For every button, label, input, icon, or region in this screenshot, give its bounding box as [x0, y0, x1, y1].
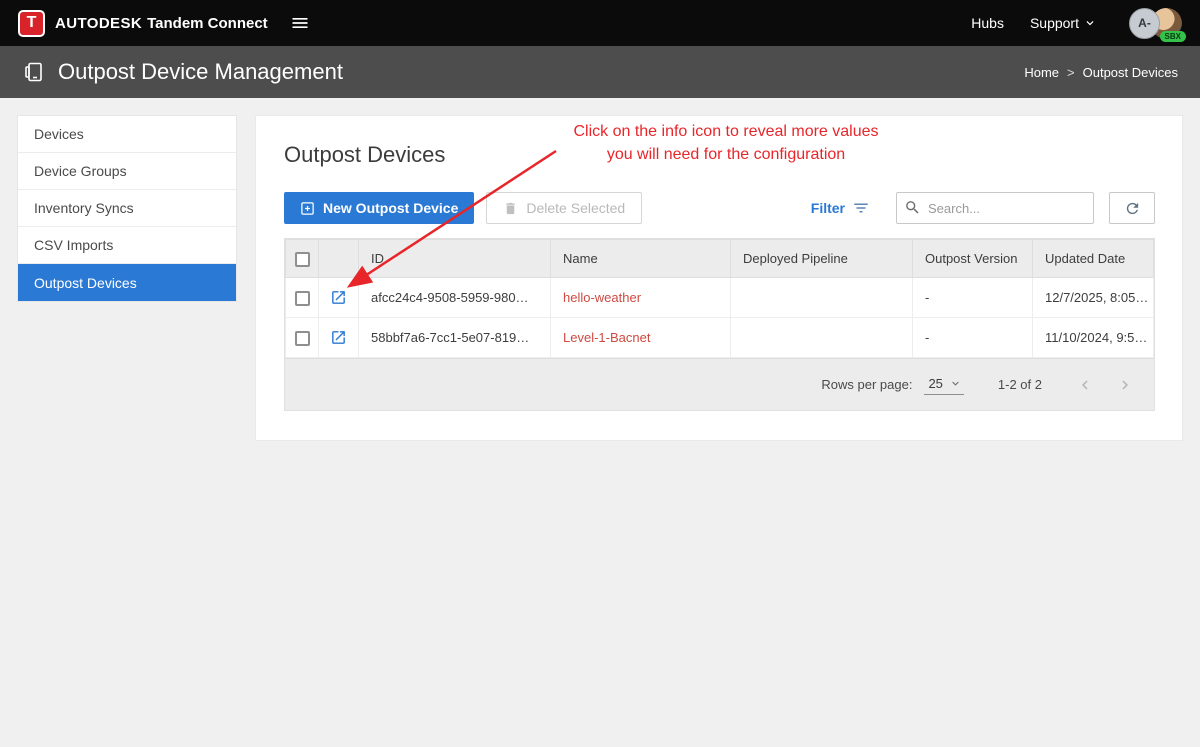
- filter-icon: [852, 199, 870, 217]
- table-row: afcc24c4-9508-5959-980… hello-weather - …: [285, 277, 1154, 318]
- header-icon-column: [318, 239, 359, 278]
- trash-icon: [503, 201, 518, 216]
- table-header-row: ID Name Deployed Pipeline Outpost Versio…: [285, 239, 1154, 278]
- next-page-button[interactable]: [1116, 376, 1134, 394]
- search-input[interactable]: [896, 192, 1094, 224]
- brand-autodesk: AUTODESK: [55, 14, 143, 32]
- header-outpost-version: Outpost Version: [912, 239, 1033, 278]
- header-id: ID: [358, 239, 551, 278]
- main-panel: Outpost Devices New Outpost Device Delet…: [255, 115, 1183, 441]
- header-updated-date: Updated Date: [1032, 239, 1154, 278]
- header-name: Name: [550, 239, 731, 278]
- select-all-checkbox[interactable]: [294, 251, 310, 267]
- sidebar-item-csv-imports[interactable]: CSV Imports: [18, 227, 236, 264]
- sidebar-item-outpost-devices[interactable]: Outpost Devices: [18, 264, 236, 301]
- sidebar: Devices Device Groups Inventory Syncs CS…: [17, 115, 237, 302]
- devices-table: ID Name Deployed Pipeline Outpost Versio…: [284, 238, 1155, 411]
- deployed-pipeline: [730, 277, 913, 318]
- avatar-initials[interactable]: A-: [1129, 7, 1160, 39]
- outpost-version: -: [912, 317, 1033, 358]
- rows-per-page-label: Rows per page:: [821, 377, 913, 392]
- brand-text: AUTODESK Tandem Connect: [55, 15, 268, 32]
- toolbar: New Outpost Device Delete Selected Filte…: [284, 192, 1155, 224]
- new-outpost-device-button[interactable]: New Outpost Device: [284, 192, 475, 224]
- open-details-icon[interactable]: [330, 289, 347, 306]
- panel-title: Outpost Devices: [284, 142, 446, 167]
- sidebar-item-device-groups[interactable]: Device Groups: [18, 153, 236, 190]
- pagination-range: 1-2 of 2: [997, 377, 1042, 392]
- menu-icon[interactable]: [290, 13, 310, 33]
- device-name-link[interactable]: hello-weather: [563, 290, 641, 305]
- refresh-icon: [1126, 202, 1138, 214]
- header-deployed-pipeline: Deployed Pipeline: [730, 239, 913, 278]
- logo-letter: T: [26, 14, 37, 31]
- account-avatars[interactable]: A- SBX: [1129, 7, 1186, 42]
- open-details-icon[interactable]: [330, 329, 347, 346]
- table-row: 58bbf7a6-7cc1-5e07-819… Level-1-Bacnet -…: [285, 317, 1154, 358]
- updated-date: 11/10/2024, 9:5…: [1032, 317, 1154, 358]
- pagination-bar: Rows per page: 25 1-2 of 2: [285, 358, 1154, 410]
- rows-per-page-select[interactable]: 25: [924, 374, 964, 395]
- top-bar: T AUTODESK Tandem Connect Hubs Support A-…: [0, 0, 1200, 46]
- nav-support[interactable]: Support: [1030, 15, 1097, 31]
- refresh-button[interactable]: [1109, 192, 1155, 224]
- row-checkbox[interactable]: [294, 330, 310, 346]
- page-header: Outpost Device Management Home > Outpost…: [0, 46, 1200, 98]
- row-checkbox[interactable]: [294, 290, 310, 306]
- breadcrumb-current[interactable]: Outpost Devices: [1083, 65, 1178, 80]
- device-id: 58bbf7a6-7cc1-5e07-819…: [358, 317, 551, 358]
- updated-date: 12/7/2025, 8:05…: [1032, 277, 1154, 318]
- tandem-logo[interactable]: T: [18, 9, 45, 37]
- breadcrumb-home[interactable]: Home: [1024, 65, 1059, 80]
- search-icon: [904, 199, 921, 216]
- device-name-link[interactable]: Level-1-Bacnet: [563, 330, 650, 345]
- breadcrumb-separator: >: [1067, 64, 1075, 80]
- previous-page-button[interactable]: [1076, 376, 1094, 394]
- device-icon: [22, 60, 46, 84]
- delete-selected-button[interactable]: Delete Selected: [486, 192, 643, 224]
- brand-product: Tandem Connect: [147, 14, 268, 32]
- filter-button[interactable]: Filter: [811, 199, 870, 217]
- chevron-down-icon: [949, 377, 962, 390]
- outpost-version: -: [912, 277, 1033, 318]
- search-box: [896, 192, 1094, 224]
- device-id: afcc24c4-9508-5959-980…: [358, 277, 551, 318]
- environment-badge: SBX: [1159, 30, 1186, 42]
- breadcrumb: Home > Outpost Devices: [1024, 65, 1178, 80]
- page-title: Outpost Device Management: [58, 59, 343, 84]
- sidebar-item-devices[interactable]: Devices: [18, 116, 236, 153]
- plus-icon: [300, 201, 315, 216]
- top-nav: Hubs Support A- SBX: [971, 7, 1186, 42]
- nav-hubs[interactable]: Hubs: [971, 15, 1004, 31]
- deployed-pipeline: [730, 317, 913, 358]
- chevron-down-icon: [1083, 16, 1097, 30]
- sidebar-item-inventory-syncs[interactable]: Inventory Syncs: [18, 190, 236, 227]
